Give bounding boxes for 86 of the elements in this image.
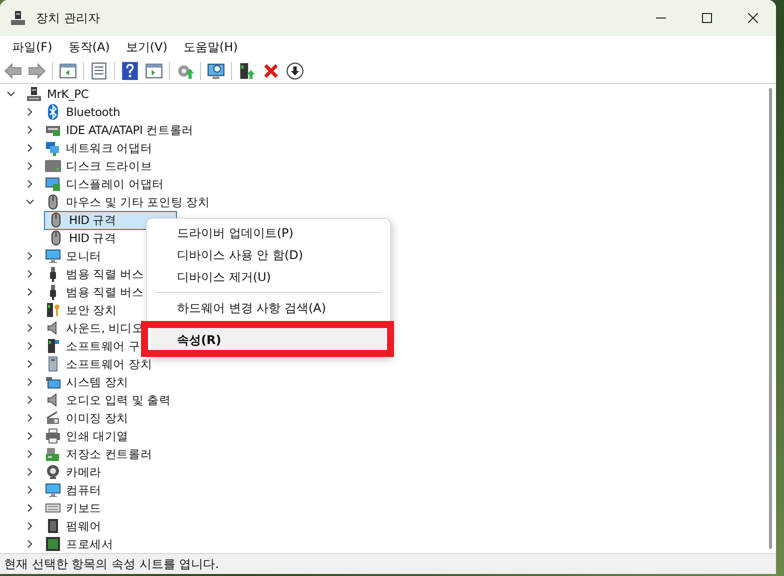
monitor-icon <box>45 248 61 264</box>
tree-item[interactable]: 펌웨어 <box>41 516 106 536</box>
tree-item[interactable]: 프로세서 <box>41 534 118 553</box>
window-title: 장치 관리자 <box>36 10 100 26</box>
tree-item[interactable]: 컴퓨터 <box>41 480 106 500</box>
computer-icon <box>26 86 42 102</box>
minimize-icon <box>656 17 666 19</box>
chevron-icon[interactable] <box>25 161 35 171</box>
chevron-icon[interactable] <box>25 467 35 477</box>
chevron-icon[interactable] <box>25 431 35 441</box>
tree-item[interactable]: 소프트웨어 구 <box>41 336 144 356</box>
menu-item[interactable]: 동작(A) <box>60 38 118 56</box>
chevron-icon[interactable] <box>25 485 35 495</box>
tree-item[interactable]: 사운드, 비디오 <box>41 318 148 338</box>
display-adapter-icon <box>45 176 61 192</box>
printer-icon <box>45 428 61 444</box>
scanner-icon <box>45 410 61 426</box>
chevron-icon[interactable] <box>25 377 35 387</box>
tree-item[interactable]: 키보드 <box>41 498 106 518</box>
chevron-icon[interactable] <box>25 269 35 279</box>
help-icon[interactable] <box>121 62 139 80</box>
tree-item[interactable]: 소프트웨어 장치 <box>41 354 156 374</box>
tree-item[interactable]: 네트워크 어댑터 <box>41 138 156 158</box>
computer-icon[interactable] <box>238 62 256 80</box>
close-icon[interactable] <box>262 62 280 80</box>
tree-item[interactable]: 보안 장치 <box>41 300 121 320</box>
scrollbar[interactable] <box>769 88 772 549</box>
disk-drive-icon <box>45 158 61 174</box>
system-folder-icon <box>45 374 61 390</box>
tree-item[interactable]: 범용 직렬 버스 <box>41 282 148 302</box>
chevron-icon[interactable] <box>25 323 35 333</box>
context-menu-item[interactable]: 디바이스 사용 안 함(D) <box>151 244 386 266</box>
webcam-icon <box>45 464 61 480</box>
tree-item[interactable]: 마우스 및 기타 포인팅 장치 <box>41 192 214 212</box>
monitor-search-icon[interactable] <box>207 62 225 80</box>
tree-item[interactable]: MrK_PC <box>22 84 93 104</box>
document-icon[interactable] <box>90 62 108 80</box>
software-component-icon <box>45 338 61 354</box>
bluetooth-icon <box>45 104 61 120</box>
chevron-icon[interactable] <box>25 503 35 513</box>
network-icon <box>45 140 61 156</box>
tree-item[interactable]: 범용 직렬 버스 <box>41 264 148 284</box>
chevron-icon[interactable] <box>25 449 35 459</box>
chevron-icon[interactable] <box>25 539 35 549</box>
maximize-icon <box>702 13 712 23</box>
device-manager-icon <box>10 10 26 26</box>
chevron-icon[interactable] <box>6 89 16 99</box>
chevron-icon[interactable] <box>25 143 35 153</box>
chevron-icon[interactable] <box>25 125 35 135</box>
chevron-icon[interactable] <box>25 107 35 117</box>
chevron-icon[interactable] <box>25 305 35 315</box>
tree-item[interactable]: 카메라 <box>41 462 106 482</box>
chip-icon <box>45 518 61 534</box>
chevron-icon[interactable] <box>25 359 35 369</box>
chevron-icon[interactable] <box>25 395 35 405</box>
processor-icon <box>45 536 61 552</box>
tree-item[interactable]: 모니터 <box>41 246 106 266</box>
menu-item[interactable]: 도움말(H) <box>175 38 246 56</box>
tree-item[interactable]: 오디오 입력 및 출력 <box>41 390 175 410</box>
chevron-icon[interactable] <box>25 413 35 423</box>
pane-icon[interactable] <box>145 62 163 80</box>
tree-item[interactable]: 이미징 장치 <box>41 408 132 428</box>
close-icon <box>748 13 758 23</box>
tree-item[interactable]: 디스플레이 어댑터 <box>41 174 168 194</box>
tree-item[interactable]: IDE ATA/ATAPI 컨트롤러 <box>41 120 198 140</box>
tree-item[interactable]: 인쇄 대기열 <box>41 426 132 446</box>
chevron-icon[interactable] <box>25 341 35 351</box>
tree-item[interactable]: 시스템 장치 <box>41 372 132 392</box>
chevron-icon[interactable] <box>25 251 35 261</box>
storage-controller-icon <box>45 446 61 462</box>
tree-item[interactable]: Bluetooth <box>41 102 124 122</box>
chevron-icon[interactable] <box>25 197 35 207</box>
pane-icon[interactable] <box>59 62 77 80</box>
monitor-icon <box>45 482 61 498</box>
chevron-icon[interactable] <box>25 179 35 189</box>
context-menu-item[interactable]: 하드웨어 변경 사항 검색(A) <box>151 297 386 319</box>
context-menu-item[interactable]: 디바이스 제거(U) <box>151 266 386 288</box>
chevron-icon[interactable] <box>25 287 35 297</box>
tree-item[interactable]: 디스크 드라이브 <box>41 156 156 176</box>
tree-item[interactable]: 저장소 컨트롤러 <box>41 444 156 464</box>
security-key-icon <box>45 302 61 318</box>
tree-item[interactable]: HID 규격 <box>44 228 120 248</box>
chevron-icon[interactable] <box>25 521 35 531</box>
menu-item[interactable]: 보기(V) <box>118 38 176 56</box>
menu-item[interactable]: 파일(F) <box>4 38 60 56</box>
status-bar: 현재 선택한 항목의 속성 시트를 엽니다. <box>0 553 776 574</box>
